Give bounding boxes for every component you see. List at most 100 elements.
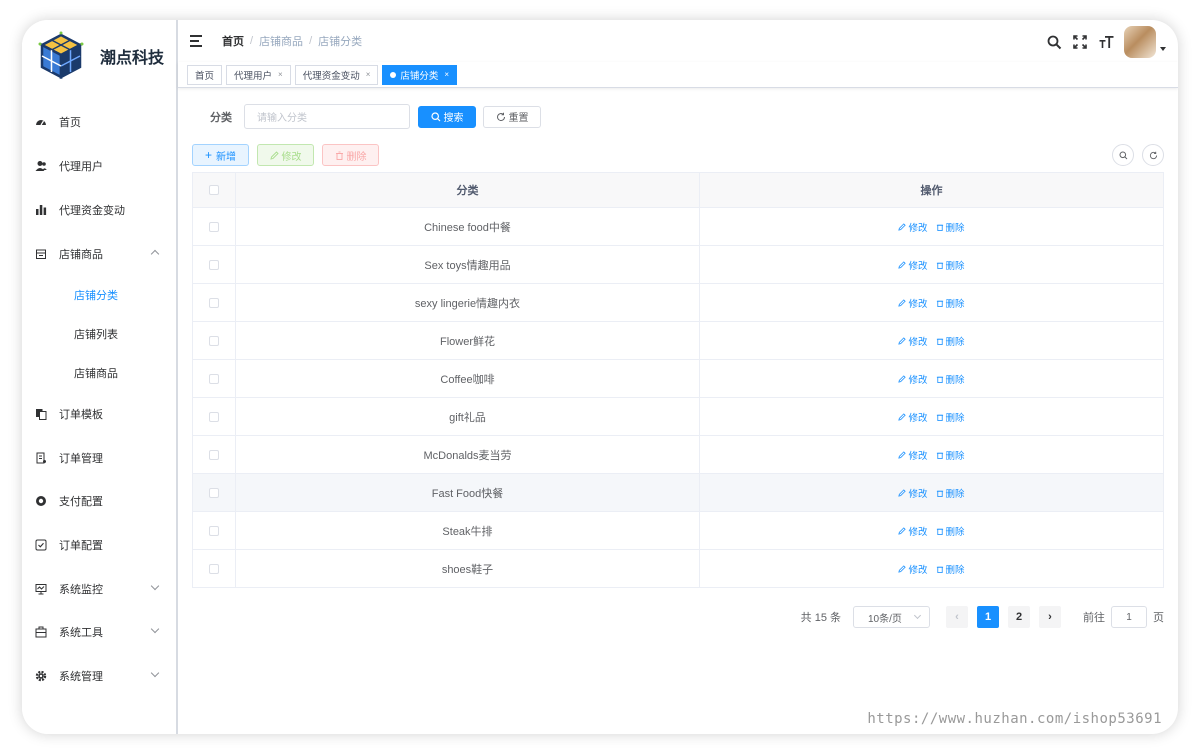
column-header-category[interactable]: 分类 [236,173,700,207]
close-icon[interactable]: × [444,70,449,79]
row-checkbox[interactable] [209,411,219,422]
select-all-checkbox[interactable] [209,185,219,195]
row-edit-link[interactable]: 修改 [898,372,928,386]
table-right-tools [1104,144,1164,166]
sidebar-item-order-config[interactable]: 订单配置 [22,530,176,560]
sidebar-item-order-management[interactable]: 订单管理 [22,443,176,473]
category-table: 分类 操作 Chinese food中餐 修改 删除 Sex toys情趣用品 修改 删除… [192,172,1164,588]
prev-page-button[interactable]: ‹ [946,606,968,628]
edit-icon [898,222,907,231]
row-edit-link[interactable]: 修改 [898,258,928,272]
fullscreen-icon[interactable] [1070,32,1090,52]
table-row[interactable]: Chinese food中餐 修改 删除 [193,208,1163,246]
tag-agent-funds[interactable]: 代理资金变动 × [294,64,379,85]
sidebar-item-system-management[interactable]: 系统管理 [22,661,176,691]
row-checkbox[interactable] [209,563,219,574]
page-button-2[interactable]: 2 [1008,606,1030,628]
table-row[interactable]: Sex toys情趣用品 修改 删除 [193,246,1163,284]
row-edit-link[interactable]: 修改 [898,296,928,310]
row-delete-label: 删除 [945,526,965,538]
row-edit-link[interactable]: 修改 [898,562,928,576]
table-row[interactable]: Fast Food快餐 修改 删除 [193,474,1163,512]
refresh-icon[interactable] [1142,144,1164,166]
monitor-icon [35,583,47,595]
search-button[interactable]: 搜索 [418,105,476,128]
row-checkbox[interactable] [209,373,219,384]
chevron-up-icon [150,249,160,259]
close-icon[interactable]: × [278,70,283,79]
tag-shop-category[interactable]: 店铺分类 × [382,64,458,85]
goto-label: 前往 [1083,612,1105,624]
table-row[interactable]: Steak牛排 修改 删除 [193,512,1163,550]
sidebar-item-label: 系统监控 [59,584,103,596]
goto-page-input[interactable]: 1 [1111,606,1147,628]
tag-home[interactable]: 首页 [187,64,223,85]
row-edit-link[interactable]: 修改 [898,486,928,500]
sidebar-subitem-shop-category[interactable]: 店铺分类 [22,280,176,310]
tag-agent-users[interactable]: 代理用户 × [226,64,291,85]
sidebar-subitem-shop-list[interactable]: 店铺列表 [22,319,176,349]
row-delete-link[interactable]: 删除 [936,448,965,462]
row-edit-link[interactable]: 修改 [898,524,928,538]
row-edit-link[interactable]: 修改 [898,410,928,424]
row-delete-link[interactable]: 删除 [936,334,965,348]
reset-button[interactable]: 重置 [483,105,541,128]
sidebar-subitem-label: 店铺列表 [74,329,118,341]
row-delete-label: 删除 [945,260,965,272]
caret-down-icon[interactable] [1160,47,1166,51]
category-search-input[interactable]: 请输入分类 [244,104,410,129]
row-delete-link[interactable]: 删除 [936,524,965,538]
row-checkbox[interactable] [209,335,219,346]
breadcrumb: 首页 / 店铺商品 / 店铺分类 [222,33,363,49]
edit-icon [898,260,907,269]
row-delete-link[interactable]: 删除 [936,562,965,576]
sidebar-item-shop-products[interactable]: 店铺商品 [22,239,176,269]
avatar[interactable] [1124,26,1156,58]
row-delete-link[interactable]: 删除 [936,220,965,234]
row-delete-link[interactable]: 删除 [936,258,965,272]
add-button[interactable]: + 新增 [192,144,249,166]
row-checkbox[interactable] [209,221,219,232]
search-icon[interactable] [1044,32,1064,52]
row-edit-link[interactable]: 修改 [898,220,928,234]
sidebar-item-payment-config[interactable]: 支付配置 [22,486,176,516]
close-icon[interactable]: × [366,70,371,79]
page-size-select[interactable]: 10条/页 [853,606,930,628]
logo-area[interactable]: 潮点科技 [22,20,176,92]
next-page-button[interactable]: › [1039,606,1061,628]
row-delete-link[interactable]: 删除 [936,296,965,310]
table-row[interactable]: sexy lingerie情趣内衣 修改 删除 [193,284,1163,322]
sidebar-item-order-template[interactable]: 订单模板 [22,399,176,429]
sidebar-subitem-shop-goods[interactable]: 店铺商品 [22,358,176,388]
table-row[interactable]: Coffee咖啡 修改 删除 [193,360,1163,398]
row-checkbox[interactable] [209,449,219,460]
table-row[interactable]: McDonalds麦当劳 修改 删除 [193,436,1163,474]
row-delete-link[interactable]: 删除 [936,410,965,424]
font-size-icon[interactable] [1096,32,1116,52]
sidebar-item-agent-users[interactable]: 代理用户 [22,151,176,181]
table-row[interactable]: shoes鞋子 修改 删除 [193,550,1163,588]
row-checkbox[interactable] [209,525,219,536]
breadcrumb-item[interactable]: 首页 [222,33,244,49]
row-edit-link[interactable]: 修改 [898,448,928,462]
row-checkbox[interactable] [209,259,219,270]
row-checkbox[interactable] [209,297,219,308]
page-button-1[interactable]: 1 [977,606,999,628]
delete-button[interactable]: 删除 [322,144,379,166]
row-delete-link[interactable]: 删除 [936,372,965,386]
search-button-label: 搜索 [443,113,464,124]
edit-button[interactable]: 修改 [257,144,314,166]
sidebar-item-system-tools[interactable]: 系统工具 [22,617,176,647]
page-size-value: 10条/页 [868,613,902,625]
toggle-search-icon[interactable] [1112,144,1134,166]
row-edit-label: 修改 [908,298,928,310]
row-edit-link[interactable]: 修改 [898,334,928,348]
row-delete-link[interactable]: 删除 [936,486,965,500]
table-row[interactable]: Flower鲜花 修改 删除 [193,322,1163,360]
row-checkbox[interactable] [209,487,219,498]
sidebar-item-agent-funds[interactable]: 代理资金变动 [22,195,176,225]
menu-toggle-icon[interactable] [190,35,204,47]
sidebar-item-home[interactable]: 首页 [22,107,176,137]
sidebar-item-system-monitor[interactable]: 系统监控 [22,574,176,604]
table-row[interactable]: gift礼品 修改 删除 [193,398,1163,436]
